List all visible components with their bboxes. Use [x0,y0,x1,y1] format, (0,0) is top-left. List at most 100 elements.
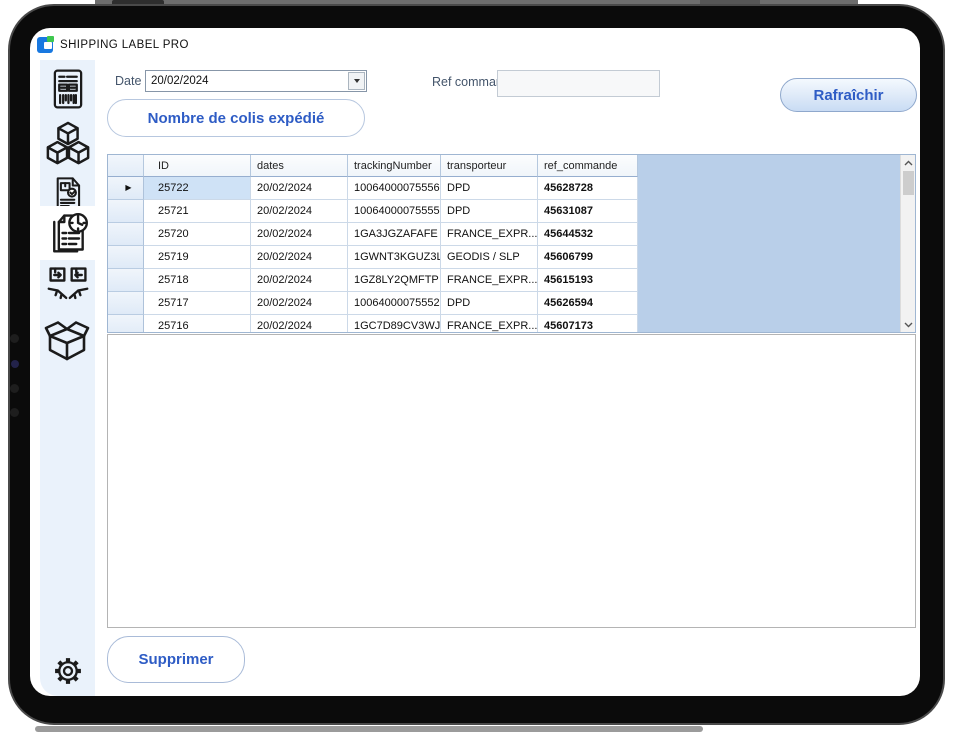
date-combobox[interactable]: 20/02/2024 [145,70,367,92]
cell-ref_commande[interactable]: 45626594 [538,292,638,315]
combobox-dropdown-button[interactable] [348,72,365,90]
grid-header-row: IDdatestrackingNumbertransporteurref_com… [108,155,638,177]
cell-ID[interactable]: 25717 [144,292,251,315]
cell-trackingNumber[interactable]: 10064000075555 [348,200,441,223]
row-header[interactable] [108,315,144,333]
sidebar-item-packages[interactable] [40,118,95,170]
sidebar-nav [40,60,95,696]
sidebar-item-shipping-label[interactable] [40,64,95,114]
scrollbar-thumb[interactable] [903,171,914,195]
cell-transporteur[interactable]: FRANCE_EXPR... [441,223,538,246]
grid-corner-header[interactable] [108,155,144,177]
cell-trackingNumber[interactable]: 10064000075556 [348,177,441,200]
cell-trackingNumber[interactable]: 1GA3JGZAFAFE [348,223,441,246]
table-row[interactable]: 2571620/02/20241GC7D89CV3WJFRANCE_EXPR..… [108,315,638,333]
window-title: SHIPPING LABEL PRO [60,39,189,51]
packages-cubes-icon [45,120,91,168]
scroll-up-button[interactable] [901,155,916,170]
table-row[interactable]: 2571920/02/20241GWNT3KGUZ3LGEODIS / SLP4… [108,246,638,269]
grid-cells: IDdatestrackingNumbertransporteurref_com… [108,155,638,333]
row-header[interactable] [108,292,144,315]
app-logo [37,37,53,53]
history-document-clock-icon [46,210,90,256]
cell-dates[interactable]: 20/02/2024 [251,292,348,315]
cell-ref_commande[interactable]: 45615193 [538,269,638,292]
row-header[interactable]: ▶ [108,177,144,200]
cell-ID[interactable]: 25721 [144,200,251,223]
device-side-button [10,384,19,393]
sidebar-item-settings[interactable] [40,648,95,694]
cell-ID[interactable]: 25720 [144,223,251,246]
column-header-ref_commande[interactable]: ref_commande [538,155,638,177]
table-row[interactable]: 2571720/02/202410064000075552DPD45626594 [108,292,638,315]
row-header[interactable] [108,246,144,269]
column-header-trackingNumber[interactable]: trackingNumber [348,155,441,177]
sidebar-item-package-exchange[interactable] [40,260,95,312]
device-bottom-edge [35,726,703,732]
cell-dates[interactable]: 20/02/2024 [251,269,348,292]
device-side-sensor [11,360,19,368]
cell-trackingNumber[interactable]: 10064000075552 [348,292,441,315]
cell-ref_commande[interactable]: 45606799 [538,246,638,269]
parcel-count-button[interactable]: Nombre de colis expédié [107,99,365,137]
delete-button[interactable]: Supprimer [107,636,245,683]
cell-ID[interactable]: 25718 [144,269,251,292]
cell-ref_commande[interactable]: 45607173 [538,315,638,333]
grid-vertical-scrollbar[interactable] [900,155,915,332]
settings-gear-icon [48,651,88,691]
detail-list-panel[interactable] [107,334,916,628]
cell-trackingNumber[interactable]: 1GC7D89CV3WJ [348,315,441,333]
table-row[interactable]: ▶ 2572220/02/202410064000075556DPD4562872… [108,177,638,200]
open-box-icon [44,314,92,362]
refresh-button[interactable]: Rafraîchir [780,78,917,112]
row-header[interactable] [108,200,144,223]
cell-transporteur[interactable]: DPD [441,292,538,315]
column-header-dates[interactable]: dates [251,155,348,177]
grid-body: ▶2572220/02/202410064000075556DPD4562872… [108,177,638,333]
cell-ref_commande[interactable]: 45644532 [538,223,638,246]
ref-commande-input[interactable] [497,70,660,97]
cell-ref_commande[interactable]: 45631087 [538,200,638,223]
app-logo-accent [47,36,54,42]
table-row[interactable]: 2571820/02/20241GZ8LY2QMFTPFRANCE_EXPR..… [108,269,638,292]
cell-ID[interactable]: 25719 [144,246,251,269]
cell-transporteur[interactable]: DPD [441,177,538,200]
package-exchange-icon [46,263,90,309]
sidebar-item-open-box[interactable] [40,312,95,364]
table-row[interactable]: 2572020/02/20241GA3JGZAFAFEFRANCE_EXPR..… [108,223,638,246]
cell-transporteur[interactable]: DPD [441,200,538,223]
chevron-down-icon [904,322,913,328]
cell-trackingNumber[interactable]: 1GZ8LY2QMFTP [348,269,441,292]
cell-dates[interactable]: 20/02/2024 [251,177,348,200]
cell-transporteur[interactable]: GEODIS / SLP [441,246,538,269]
shipments-grid[interactable]: IDdatestrackingNumbertransporteurref_com… [107,154,916,333]
cell-transporteur[interactable]: FRANCE_EXPR... [441,315,538,333]
cell-transporteur[interactable]: FRANCE_EXPR... [441,269,538,292]
shipping-label-icon [47,66,89,112]
scroll-down-button[interactable] [901,317,916,332]
app-logo-notch [44,42,52,49]
date-combobox-value: 20/02/2024 [146,75,348,87]
device-side-button [10,408,19,417]
cell-dates[interactable]: 20/02/2024 [251,223,348,246]
device-side-button [10,334,19,343]
chevron-up-icon [904,160,913,166]
table-row[interactable]: 2572120/02/202410064000075555DPD45631087 [108,200,638,223]
cell-ID[interactable]: 25722 [144,177,251,200]
cell-dates[interactable]: 20/02/2024 [251,246,348,269]
row-header[interactable] [108,223,144,246]
cell-trackingNumber[interactable]: 1GWNT3KGUZ3L [348,246,441,269]
column-header-ID[interactable]: ID [144,155,251,177]
date-label: Date [115,74,141,88]
sidebar-item-history[interactable] [40,206,95,260]
row-header[interactable] [108,269,144,292]
tablet-device: SHIPPING LABEL PRO [0,0,954,732]
cell-dates[interactable]: 20/02/2024 [251,315,348,333]
cell-ID[interactable]: 25716 [144,315,251,333]
current-row-indicator: ▶ [125,184,131,192]
cell-ref_commande[interactable]: 45628728 [538,177,638,200]
column-header-transporteur[interactable]: transporteur [441,155,538,177]
app-window: SHIPPING LABEL PRO [30,28,920,696]
cell-dates[interactable]: 20/02/2024 [251,200,348,223]
chevron-down-icon [354,79,360,83]
